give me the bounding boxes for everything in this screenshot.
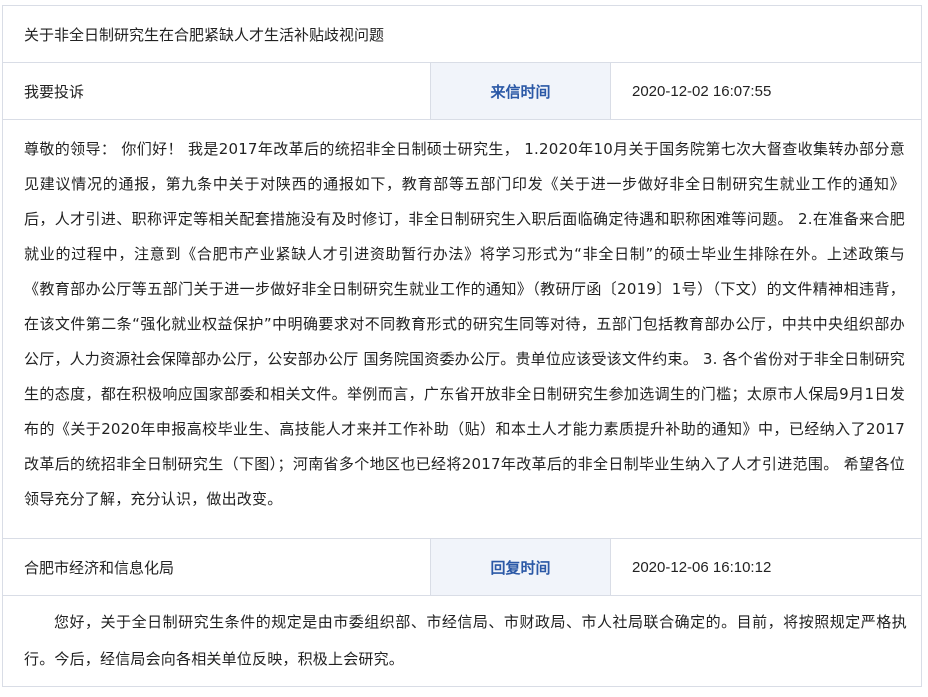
reply-content: 您好，关于全日制研究生条件的规定是由市委组织部、市经信局、市财政局、市人社局联合… xyxy=(24,613,907,668)
sent-time-label: 来信时间 xyxy=(431,63,611,119)
reply-time-label: 回复时间 xyxy=(431,539,611,595)
sent-time-value: 2020-12-02 16:07:55 xyxy=(632,82,772,100)
reply-time-value: 2020-12-06 16:10:12 xyxy=(632,558,772,576)
reply-content-row: 您好，关于全日制研究生条件的规定是由市委组织部、市经信局、市财政局、市人社局联合… xyxy=(3,596,921,686)
letter-title-row: 关于非全日制研究生在合肥紧缺人才生活补贴歧视问题 xyxy=(3,6,921,63)
letter-title: 关于非全日制研究生在合肥紧缺人才生活补贴歧视问题 xyxy=(24,25,385,44)
letter-detail-table: 关于非全日制研究生在合肥紧缺人才生活补贴歧视问题 我要投诉 来信时间 2020-… xyxy=(2,5,922,687)
letter-meta-row: 我要投诉 来信时间 2020-12-02 16:07:55 xyxy=(3,63,921,120)
letter-content-row: 尊敬的领导： 你们好！ 我是2017年改革后的统招非全日制硕士研究生， 1.20… xyxy=(3,120,921,539)
letter-sender: 我要投诉 xyxy=(3,63,431,119)
reply-department: 合肥市经济和信息化局 xyxy=(3,539,431,595)
letter-content: 尊敬的领导： 你们好！ 我是2017年改革后的统招非全日制硕士研究生， 1.20… xyxy=(24,140,905,508)
reply-meta-row: 合肥市经济和信息化局 回复时间 2020-12-06 16:10:12 xyxy=(3,539,921,596)
